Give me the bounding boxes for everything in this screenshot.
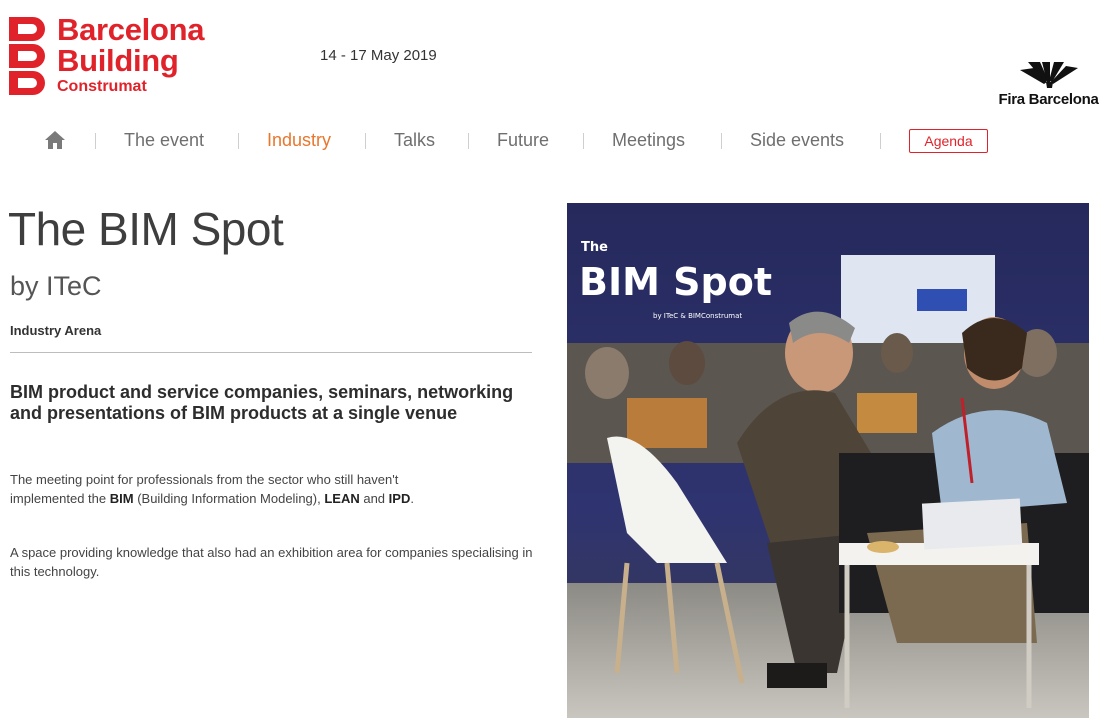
home-icon[interactable] [44, 130, 66, 150]
fira-barcelona-label: Fira Barcelona [998, 91, 1099, 108]
description-text: . [410, 490, 414, 506]
nav-separator [365, 133, 366, 149]
logo-text-construmat: Construmat [57, 78, 147, 95]
main-navigation: The event Industry Talks Future Meetings… [0, 127, 1105, 157]
sign-title-text: BIM Spot [579, 260, 772, 304]
nav-separator [95, 133, 96, 149]
nav-separator [468, 133, 469, 149]
divider [10, 352, 532, 353]
page-subtitle: by ITeC [10, 271, 102, 301]
nav-item-the-event[interactable]: The event [124, 127, 204, 153]
nav-item-future[interactable]: Future [497, 127, 549, 153]
barcelona-building-logo[interactable]: Barcelona Building Construmat [9, 14, 239, 98]
nav-item-industry[interactable]: Industry [267, 127, 331, 153]
bbb-logo-mark-icon [9, 17, 45, 95]
description-paragraph: The meeting point for professionals from… [10, 471, 430, 508]
description-text: and [359, 490, 389, 506]
bim-spot-photo: The BIM Spot by ITeC & BIMConstrumat [567, 203, 1089, 718]
agenda-button[interactable]: Agenda [909, 129, 988, 153]
exhibition-paragraph: A space providing knowledge that also ha… [10, 545, 533, 579]
bim-keyword: BIM [109, 490, 134, 506]
event-dates: 14 - 17 May 2019 [320, 47, 437, 64]
photo-illustration: The BIM Spot by ITeC & BIMConstrumat [567, 203, 1089, 718]
logo-text-barcelona: Barcelona [57, 12, 205, 47]
nav-separator [721, 133, 722, 149]
fira-barcelona-logo[interactable]: Fira Barcelona [992, 62, 1105, 112]
nav-item-talks[interactable]: Talks [394, 127, 435, 153]
sign-small-text: The [581, 240, 608, 255]
lean-keyword: LEAN [324, 490, 360, 506]
nav-item-meetings[interactable]: Meetings [612, 127, 685, 153]
fira-palm-icon [1019, 62, 1078, 88]
sign-credit-text: by ITeC & BIMConstrumat [653, 312, 742, 320]
logo-text-building: Building [57, 43, 179, 78]
nav-item-side-events[interactable]: Side events [750, 127, 844, 153]
nav-separator [583, 133, 584, 149]
nav-separator [880, 133, 881, 149]
page-title: The BIM Spot [8, 203, 284, 255]
nav-separator [238, 133, 239, 149]
description-text: (Building Information Modeling), [133, 490, 325, 506]
ipd-keyword: IPD [388, 490, 411, 506]
area-label: Industry Arena [10, 323, 102, 338]
lead-heading: BIM product and service companies, semin… [10, 382, 514, 423]
